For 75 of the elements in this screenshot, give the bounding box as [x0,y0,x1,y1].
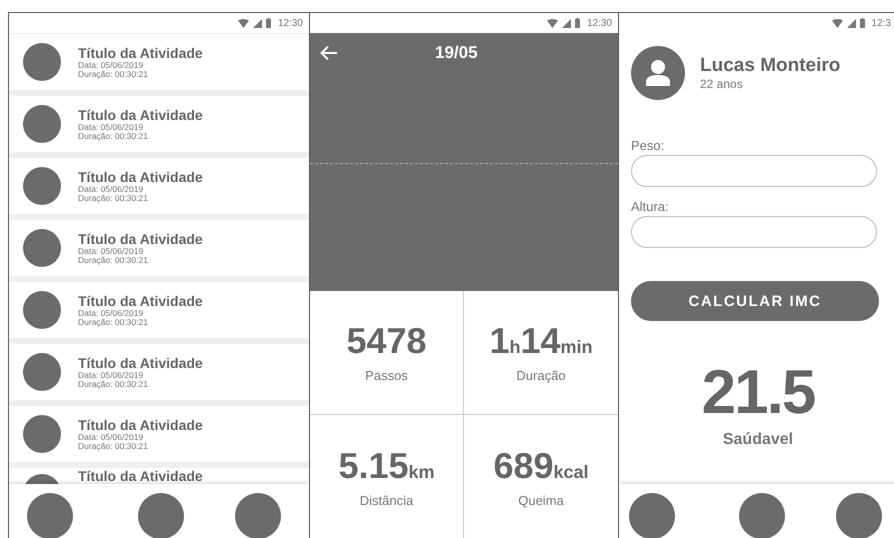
activity-title: Título da Atividade [78,418,203,432]
activity-item[interactable]: Título da Atividade Data: 05/06/2019 Duração: 00:30:21 [9,282,309,338]
stat-value: 5478 [346,322,427,363]
activity-title: Título da Atividade [78,469,203,484]
status-time: 12:30 [278,18,303,28]
screen-title: 19/05 [435,43,478,63]
battery-icon [860,18,865,28]
activity-thumbnail [23,229,61,267]
activity-item[interactable]: Título da Atividade [9,468,309,484]
wifi-icon [238,18,249,28]
back-arrow-icon[interactable] [320,45,338,61]
input-field[interactable] [631,216,877,248]
stat-label: Passos [365,368,408,383]
wifi-icon [546,18,558,28]
activity-title: Título da Atividade [78,46,203,60]
activity-title: Título da Atividade [78,108,203,122]
activity-title: Título da Atividade [78,232,203,246]
user-age: 22 anos [700,77,744,91]
activity-duration: Duração: 00:30:21 [78,194,149,202]
signal-icon [846,18,856,28]
field-label: Peso: [631,138,666,153]
activity-item[interactable]: Título da Atividade Data: 05/06/2019 Duração: 00:30:21 [9,344,309,400]
battery-icon [266,18,271,28]
nav-button[interactable] [739,493,785,538]
activity-duration: Duração: 00:30:21 [78,70,149,78]
activity-date: Data: 05/06/2019 [78,432,144,442]
activity-duration: Duração: 00:30:21 [78,442,149,450]
nav-button[interactable] [235,493,281,538]
status-time: 12:3 [872,18,891,28]
field-label: Altura: [631,199,670,214]
activity-thumbnail [23,415,61,453]
activity-title: Título da Atividade [78,170,203,184]
nav-button[interactable] [629,493,675,538]
stat-label: Queima [518,492,564,508]
stat-value: 689kcal [493,446,589,488]
nav-button[interactable] [836,493,882,538]
bmi-status: Saúdavel [722,431,794,449]
activity-thumbnail [23,105,61,143]
stat-label: Duração [516,368,566,383]
wifi-icon [832,18,843,28]
activity-date: Data: 05/06/2019 [78,370,144,380]
activity-duration: Duração: 00:30:21 [78,380,149,388]
activity-title: Título da Atividade [78,356,203,370]
activity-item[interactable]: Título da Atividade Data: 05/06/2019 Duração: 00:30:21 [9,406,309,462]
input-field[interactable] [631,155,877,187]
nav-button[interactable] [138,493,184,538]
stat-label: Distância [360,492,414,508]
signal-icon [562,18,571,28]
user-name: Lucas Monteiro [700,55,840,77]
activity-thumbnail [23,291,61,329]
activity-date: Data: 05/06/2019 [78,184,144,194]
signal-icon [252,18,262,28]
activity-date: Data: 05/06/2019 [78,308,144,318]
activity-date: Data: 05/06/2019 [78,60,144,70]
activity-item[interactable]: Título da Atividade Data: 05/06/2019 Duração: 00:30:21 [9,220,309,276]
activity-thumbnail [23,353,61,391]
battery-icon [574,18,580,28]
activity-duration: Duração: 00:30:21 [78,318,149,326]
activity-date: Data: 05/06/2019 [78,122,144,132]
activity-duration: Duração: 00:30:21 [78,132,149,140]
stat-value: 5.15km [338,446,435,488]
activity-duration: Duração: 00:30:21 [78,256,149,264]
activity-item[interactable]: Título da Atividade Data: 05/06/2019 Duração: 00:30:21 [9,34,309,90]
status-time: 12:30 [586,18,612,28]
bmi-value: 21.5 [702,361,814,425]
nav-button[interactable] [27,493,73,538]
activity-thumbnail [23,167,61,205]
calculate-button[interactable]: CALCULAR IMC [631,281,879,321]
person-icon [646,60,670,86]
activity-item[interactable]: Título da Atividade Data: 05/06/2019 Duração: 00:30:21 [9,158,309,214]
activity-date: Data: 05/06/2019 [78,246,144,256]
activity-title: Título da Atividade [78,294,203,308]
activity-item[interactable]: Título da Atividade Data: 05/06/2019 Duração: 00:30:21 [9,96,309,152]
stat-value: 1h14min [489,322,593,363]
activity-thumbnail [23,43,61,81]
